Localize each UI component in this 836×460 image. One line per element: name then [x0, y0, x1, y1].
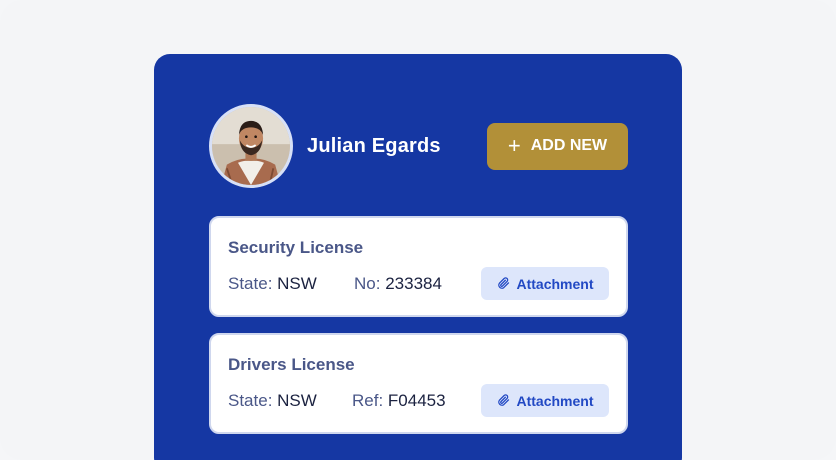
number-value: 233384: [385, 274, 442, 293]
license-title: Drivers License: [228, 355, 355, 374]
add-new-label: ADD NEW: [530, 137, 608, 154]
plus-icon: +: [507, 133, 521, 158]
state-value: NSW: [277, 391, 317, 410]
attachment-label: Attachment: [516, 392, 594, 409]
add-new-button[interactable]: + ADD NEW: [487, 122, 628, 170]
attachment-button[interactable]: Attachment: [481, 384, 609, 417]
avatar[interactable]: [209, 104, 293, 188]
person-photo-icon: [212, 107, 290, 185]
paperclip-icon: [498, 277, 510, 289]
license-card-security: Security License State: NSW No: 233384 A…: [209, 216, 628, 317]
license-reference: Ref: F04453: [352, 391, 446, 411]
reference-value: F04453: [387, 391, 446, 410]
profile-panel: Julian Egards + ADD NEW Security License…: [154, 54, 682, 460]
state-label: State:: [228, 274, 273, 293]
attachment-label: Attachment: [516, 275, 594, 292]
number-label: No:: [354, 274, 381, 293]
reference-label: Ref:: [352, 391, 384, 410]
state-label: State:: [228, 391, 273, 410]
license-number: No: 233384: [354, 274, 442, 294]
license-card-drivers: Drivers License State: NSW Ref: F04453 A…: [209, 333, 628, 434]
user-name: Julian Egards: [307, 134, 441, 157]
profile-header: Julian Egards + ADD NEW: [209, 104, 628, 188]
license-title: Security License: [228, 238, 364, 257]
attachment-button[interactable]: Attachment: [481, 267, 609, 300]
license-state: State: NSW: [228, 391, 317, 411]
license-state: State: NSW: [228, 274, 317, 294]
state-value: NSW: [277, 274, 317, 293]
paperclip-icon: [498, 394, 510, 406]
